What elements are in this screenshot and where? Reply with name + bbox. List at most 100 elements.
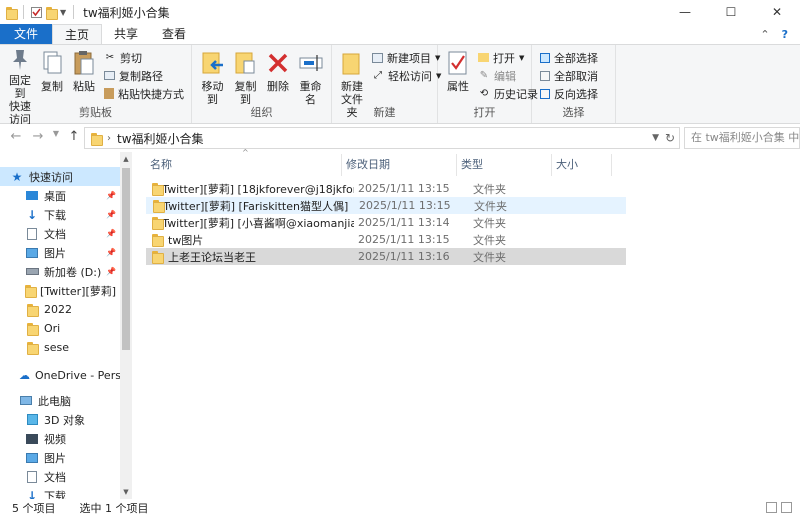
- nav-onedrive[interactable]: ☁ OneDrive - Person: [0, 366, 120, 385]
- select-all-icon: [540, 52, 550, 63]
- cloud-icon: ☁: [19, 369, 30, 382]
- refresh-icon[interactable]: ↻: [665, 131, 675, 145]
- cube-icon: [25, 414, 39, 426]
- select-none-button[interactable]: 全部取消: [540, 68, 598, 83]
- search-input[interactable]: 在 tw福利姬小合集 中搜索: [684, 127, 800, 149]
- desktop-icon: [25, 190, 39, 202]
- copy-path-icon: [104, 71, 115, 80]
- history-button[interactable]: ⟲ 历史记录: [478, 86, 538, 101]
- minimize-button[interactable]: —: [662, 0, 708, 24]
- computer-icon: [19, 395, 33, 407]
- scrollbar-thumb[interactable]: [122, 168, 130, 350]
- pin-icon: 📌: [106, 210, 116, 219]
- file-list: ^ 名称 修改日期 类型 大小 [Twitter][萝莉] [18jkforev…: [132, 148, 800, 499]
- address-dropdown-icon[interactable]: ▼: [652, 133, 659, 143]
- scissors-icon: ✂: [105, 52, 115, 63]
- folder-icon: [152, 234, 164, 247]
- invert-selection-button[interactable]: 反向选择: [540, 86, 598, 101]
- column-name[interactable]: 名称: [132, 154, 342, 176]
- nav-3d-objects[interactable]: 3D 对象: [0, 410, 120, 429]
- new-item-button[interactable]: 新建项目 ▼: [372, 50, 441, 65]
- nav-documents[interactable]: 文档 📌: [0, 224, 120, 243]
- nav-quick-access[interactable]: ★ 快速访问: [0, 167, 120, 186]
- tab-file[interactable]: 文件: [0, 24, 53, 44]
- recent-locations-icon[interactable]: ▼: [50, 129, 62, 144]
- nav-scrollbar[interactable]: ▲ ▼: [120, 152, 132, 499]
- properties-check-icon[interactable]: [31, 6, 42, 18]
- drive-icon: [25, 266, 39, 278]
- star-icon: ★: [11, 169, 23, 184]
- table-row[interactable]: [Twitter][萝莉] [18jkforever@j18jkfor... 2…: [146, 180, 626, 197]
- new-group-label: 新建: [373, 106, 396, 119]
- nav-desktop[interactable]: 桌面 📌: [0, 186, 120, 205]
- scroll-up-icon[interactable]: ▲: [120, 152, 132, 166]
- large-icons-view-icon[interactable]: [781, 502, 792, 513]
- clipboard-group: 固定到 快速访问 复制 粘贴 ✂ 剪切 复制路径 粘贴快捷方式 剪贴板: [0, 45, 192, 126]
- nav-folder-ori[interactable]: Ori: [0, 319, 120, 338]
- window-title: tw福利姬小合集: [83, 5, 170, 20]
- address-bar[interactable]: › tw福利姬小合集 ▼ ↻: [84, 127, 680, 149]
- nav-pictures[interactable]: 图片 📌: [0, 243, 120, 262]
- column-date[interactable]: 修改日期: [342, 154, 457, 176]
- video-icon: [25, 433, 39, 445]
- edit-button[interactable]: ✎ 编辑: [478, 68, 538, 83]
- tab-share[interactable]: 共享: [102, 24, 150, 44]
- title-bar: ▼ tw福利姬小合集 — ☐ ✕: [0, 0, 800, 24]
- open-button[interactable]: 打开 ▼: [478, 50, 538, 65]
- select-group-label: 选择: [562, 106, 585, 119]
- tab-home[interactable]: 主页: [52, 24, 103, 44]
- chevron-down-icon: ▼: [519, 53, 525, 62]
- tab-view[interactable]: 查看: [150, 24, 198, 44]
- picture-icon: [25, 452, 39, 464]
- folder-icon: [91, 132, 103, 146]
- nav-videos[interactable]: 视频: [0, 429, 120, 448]
- nav-folder-twitter[interactable]: [Twitter][萝莉] [Fa: [0, 281, 120, 300]
- folder-icon: [27, 342, 39, 355]
- pin-icon: 📌: [106, 191, 116, 200]
- pin-icon: 📌: [106, 248, 116, 257]
- close-button[interactable]: ✕: [754, 0, 800, 24]
- nav-folder-2022[interactable]: 2022: [0, 300, 120, 319]
- customize-toolbar-icon[interactable]: ▼: [60, 8, 66, 17]
- table-row[interactable]: 上老王论坛当老王 2025/1/11 13:16 文件夹: [146, 248, 626, 265]
- paste-icon: [71, 48, 97, 78]
- back-button[interactable]: ←: [6, 129, 26, 144]
- column-type[interactable]: 类型: [457, 154, 552, 176]
- select-none-icon: [540, 70, 550, 81]
- forward-button[interactable]: →: [28, 129, 48, 144]
- download-icon: ↓: [26, 207, 38, 222]
- paste-shortcut-button[interactable]: 粘贴快捷方式: [104, 86, 184, 101]
- maximize-button[interactable]: ☐: [708, 0, 754, 24]
- details-view-icon[interactable]: [766, 502, 777, 513]
- nav-this-pc[interactable]: 此电脑: [0, 391, 120, 410]
- table-row[interactable]: tw图片 2025/1/11 13:15 文件夹: [146, 231, 626, 248]
- help-icon[interactable]: ?: [782, 28, 788, 41]
- select-all-button[interactable]: 全部选择: [540, 50, 598, 65]
- properties-icon: [445, 48, 471, 78]
- new-folder-quick-icon[interactable]: [46, 6, 58, 20]
- pin-icon: 📌: [106, 229, 116, 238]
- nav-folder-sese[interactable]: sese: [0, 338, 120, 357]
- copy-path-button[interactable]: 复制路径: [104, 68, 184, 83]
- nav-downloads[interactable]: ↓ 下载 📌: [0, 205, 120, 224]
- open-group-label: 打开: [473, 106, 496, 119]
- collapse-ribbon-icon[interactable]: ⌃: [760, 28, 769, 41]
- breadcrumb-chevron-icon[interactable]: ›: [107, 133, 111, 144]
- table-row[interactable]: [Twitter][萝莉] [Fariskitten猫型人偶]【... 2025…: [146, 197, 626, 214]
- nav-documents-pc[interactable]: 文档: [0, 467, 120, 486]
- up-button[interactable]: ↑: [64, 129, 84, 144]
- column-size[interactable]: 大小: [552, 154, 612, 176]
- document-icon: [25, 227, 39, 240]
- new-group: 新建 文件夹 新建项目 ▼ ⤢ 轻松访问 ▼ 新建: [332, 45, 441, 123]
- nav-pictures-pc[interactable]: 图片: [0, 448, 120, 467]
- folder-icon: [25, 285, 37, 298]
- rename-icon: [298, 48, 324, 78]
- nav-downloads-pc[interactable]: ↓ 下载: [0, 486, 120, 500]
- easy-access-button[interactable]: ⤢ 轻松访问 ▼: [372, 68, 441, 83]
- cut-button[interactable]: ✂ 剪切: [104, 50, 184, 65]
- scroll-down-icon[interactable]: ▼: [120, 485, 132, 499]
- paste-shortcut-icon: [104, 88, 114, 99]
- nav-drive-d[interactable]: 新加卷 (D:) 📌: [0, 262, 120, 281]
- breadcrumb[interactable]: tw福利姬小合集: [117, 130, 204, 147]
- table-row[interactable]: [Twitter][萝莉] [小喜酱啊@xiaomanjia... 2025/1…: [146, 214, 626, 231]
